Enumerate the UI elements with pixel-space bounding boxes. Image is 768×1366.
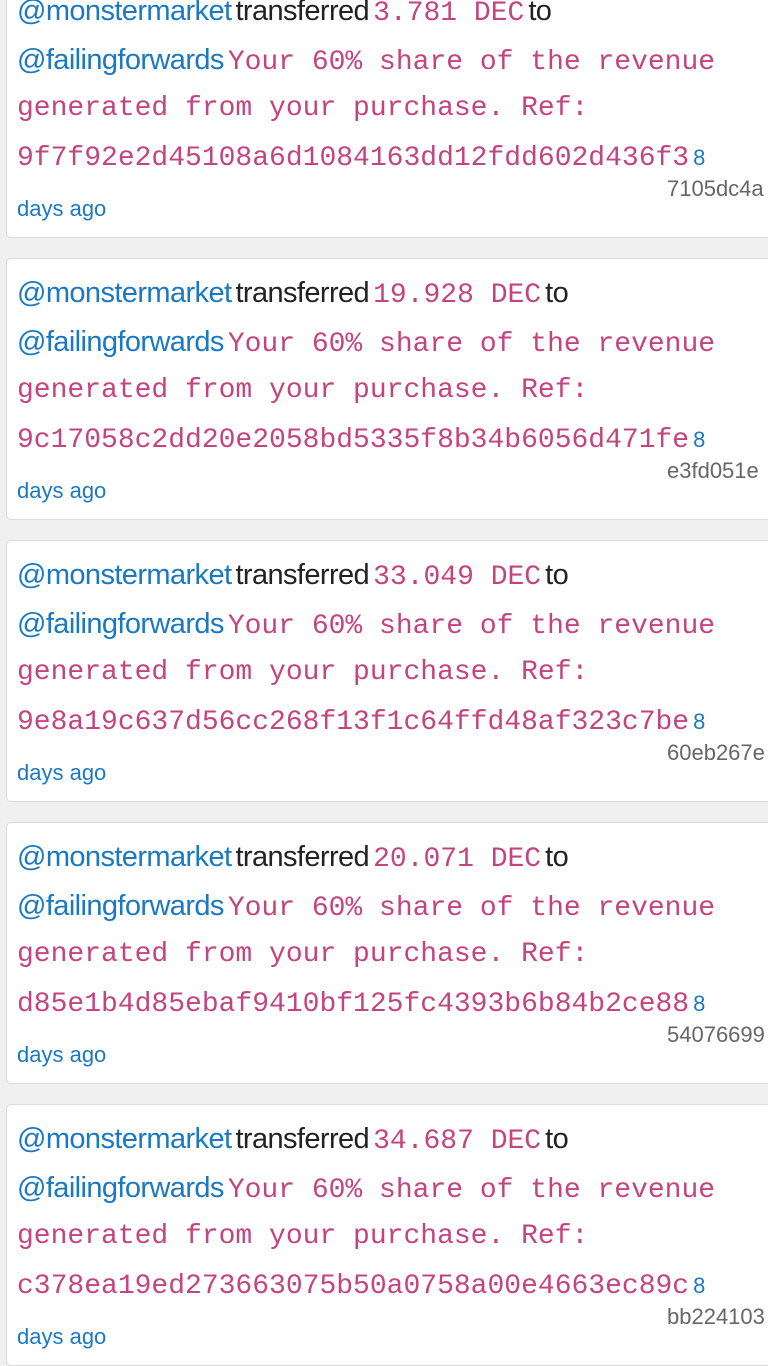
transaction-id[interactable]: bb224103 bbox=[667, 1304, 765, 1330]
memo-text: Your 60% share of the revenue bbox=[227, 611, 716, 642]
age-number[interactable]: 8 bbox=[693, 991, 705, 1016]
age-number[interactable]: 8 bbox=[693, 145, 705, 170]
age-text[interactable]: days ago bbox=[17, 753, 106, 793]
recipient-line: @failingforwards Your 60% share of the r… bbox=[17, 322, 715, 362]
recipient-link[interactable]: @failingforwards bbox=[17, 1172, 224, 1204]
ref-line: 9e8a19c637d56cc268f13f1c64ffd48af323c7be… bbox=[17, 702, 705, 742]
ref-line: c378ea19ed273663075b50a0758a00e4663ec89c… bbox=[17, 1266, 705, 1306]
memo-text-line2: generated from your purchase. Ref: bbox=[17, 375, 589, 406]
to-text: to bbox=[545, 559, 569, 591]
sender-link[interactable]: @monstermarket bbox=[17, 1123, 232, 1155]
age-number[interactable]: 8 bbox=[693, 1273, 705, 1298]
ref-line: 9c17058c2dd20e2058bd5335f8b34b6056d471fe… bbox=[17, 420, 705, 460]
transfer-card: @monstermarket transferred 33.049 DEC to… bbox=[6, 540, 768, 802]
transaction-id[interactable]: 54076699 bbox=[667, 1022, 765, 1048]
recipient-link[interactable]: @failingforwards bbox=[17, 890, 224, 922]
amount: 34.687 DEC bbox=[373, 1126, 542, 1157]
transaction-id[interactable]: 7105dc4a bbox=[667, 176, 764, 202]
ref-hash: 9f7f92e2d45108a6d1084163dd12fdd602d436f3 bbox=[17, 143, 690, 174]
recipient-line: @failingforwards Your 60% share of the r… bbox=[17, 604, 715, 644]
transfer-card: @monstermarket transferred 19.928 DEC to… bbox=[6, 258, 768, 520]
sender-link[interactable]: @monstermarket bbox=[17, 0, 232, 27]
action-text: transferred bbox=[235, 1123, 370, 1155]
transfer-card: @monstermarket transferred 20.071 DEC to… bbox=[6, 822, 768, 1084]
action-text: transferred bbox=[235, 559, 370, 591]
amount: 19.928 DEC bbox=[373, 280, 542, 311]
ref-hash: 9c17058c2dd20e2058bd5335f8b34b6056d471fe bbox=[17, 425, 690, 456]
amount: 33.049 DEC bbox=[373, 562, 542, 593]
recipient-line: @failingforwards Your 60% share of the r… bbox=[17, 1168, 715, 1208]
age-text[interactable]: days ago bbox=[17, 1317, 106, 1357]
transfer-line: @monstermarket transferred 33.049 DEC to bbox=[17, 555, 569, 595]
age-number[interactable]: 8 bbox=[693, 427, 705, 452]
sender-link[interactable]: @monstermarket bbox=[17, 841, 232, 873]
recipient-link[interactable]: @failingforwards bbox=[17, 608, 224, 640]
transaction-id[interactable]: e3fd051e bbox=[667, 458, 759, 484]
memo-text-line2: generated from your purchase. Ref: bbox=[17, 657, 589, 688]
transfer-card: @monstermarket transferred 3.781 DEC to @… bbox=[6, 0, 768, 238]
to-text: to bbox=[545, 1123, 569, 1155]
memo-text-line2: generated from your purchase. Ref: bbox=[17, 1221, 589, 1252]
recipient-line: @failingforwards Your 60% share of the r… bbox=[17, 40, 715, 80]
age-text[interactable]: days ago bbox=[17, 471, 106, 511]
amount: 3.781 DEC bbox=[373, 0, 525, 29]
transfer-card: @monstermarket transferred 34.687 DEC to… bbox=[6, 1104, 768, 1366]
age-text[interactable]: days ago bbox=[17, 1035, 106, 1075]
recipient-line: @failingforwards Your 60% share of the r… bbox=[17, 886, 715, 926]
ref-hash: c378ea19ed273663075b50a0758a00e4663ec89c bbox=[17, 1271, 690, 1302]
ref-hash: d85e1b4d85ebaf9410bf125fc4393b6b84b2ce88 bbox=[17, 989, 690, 1020]
memo-text: Your 60% share of the revenue bbox=[227, 893, 716, 924]
memo-text-line2: generated from your purchase. Ref: bbox=[17, 939, 589, 970]
ref-hash: 9e8a19c637d56cc268f13f1c64ffd48af323c7be bbox=[17, 707, 690, 738]
transaction-id[interactable]: 60eb267e bbox=[667, 740, 765, 766]
age-text[interactable]: days ago bbox=[17, 189, 106, 229]
memo-text: Your 60% share of the revenue bbox=[227, 1175, 716, 1206]
recipient-link[interactable]: @failingforwards bbox=[17, 44, 224, 76]
memo-text: Your 60% share of the revenue bbox=[227, 329, 716, 360]
to-text: to bbox=[528, 0, 552, 27]
ref-line: 9f7f92e2d45108a6d1084163dd12fdd602d436f3… bbox=[17, 138, 705, 178]
action-text: transferred bbox=[235, 277, 370, 309]
sender-link[interactable]: @monstermarket bbox=[17, 277, 232, 309]
memo-text-line2: generated from your purchase. Ref: bbox=[17, 93, 589, 124]
transfer-line: @monstermarket transferred 19.928 DEC to bbox=[17, 273, 569, 313]
recipient-link[interactable]: @failingforwards bbox=[17, 326, 224, 358]
age-number[interactable]: 8 bbox=[693, 709, 705, 734]
action-text: transferred bbox=[235, 841, 370, 873]
transfer-line: @monstermarket transferred 3.781 DEC to bbox=[17, 0, 552, 31]
transfer-line: @monstermarket transferred 34.687 DEC to bbox=[17, 1119, 569, 1159]
memo-text: Your 60% share of the revenue bbox=[227, 47, 716, 78]
sender-link[interactable]: @monstermarket bbox=[17, 559, 232, 591]
to-text: to bbox=[545, 841, 569, 873]
amount: 20.071 DEC bbox=[373, 844, 542, 875]
ref-line: d85e1b4d85ebaf9410bf125fc4393b6b84b2ce88… bbox=[17, 984, 705, 1024]
to-text: to bbox=[545, 277, 569, 309]
action-text: transferred bbox=[235, 0, 370, 27]
transfer-line: @monstermarket transferred 20.071 DEC to bbox=[17, 837, 569, 877]
